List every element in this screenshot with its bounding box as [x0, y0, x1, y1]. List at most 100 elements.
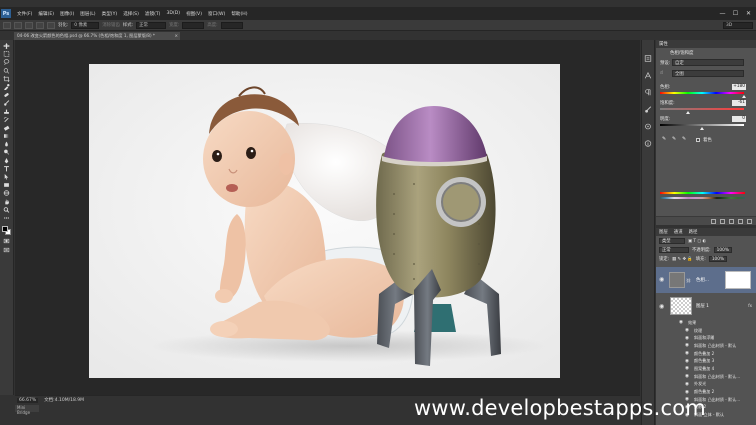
visibility-eye-icon[interactable]: ◉: [682, 359, 692, 364]
clone-stamp-tool-icon[interactable]: [2, 109, 11, 115]
lightness-slider-thumb[interactable]: [700, 127, 704, 130]
visibility-eye-icon[interactable]: ◉: [659, 303, 664, 310]
opacity-input[interactable]: 100%: [713, 247, 732, 253]
tab-paths[interactable]: 路径: [689, 229, 698, 235]
colorize-checkbox[interactable]: [696, 138, 700, 142]
saturation-slider-track[interactable]: [660, 108, 744, 110]
visibility-eye-icon[interactable]: ◉: [682, 351, 692, 356]
mini-bridge-tab[interactable]: Mini Bridge: [15, 405, 39, 415]
eyedropper-minus-icon[interactable]: ✎: [682, 136, 686, 142]
menu-view[interactable]: 视图(V): [183, 11, 205, 17]
reset-icon[interactable]: [729, 218, 734, 224]
visibility-eye-icon[interactable]: ◉: [682, 343, 692, 348]
menu-type[interactable]: 类型(Y): [99, 11, 121, 17]
history-panel-icon[interactable]: [644, 54, 653, 62]
intersect-selection-button[interactable]: [47, 21, 55, 29]
hue-slider-thumb[interactable]: [742, 95, 746, 98]
visibility-eye-icon[interactable]: ◉: [682, 390, 692, 395]
marquee-tool-icon[interactable]: [2, 51, 11, 57]
new-selection-button[interactable]: [14, 21, 22, 29]
minimize-button[interactable]: —: [717, 9, 728, 17]
effect-item[interactable]: ◉ 颜色叠加 2: [656, 388, 756, 396]
layer-name[interactable]: 图层 1: [696, 303, 709, 309]
layer-name[interactable]: 色相...: [696, 277, 709, 283]
visibility-eye-icon[interactable]: ◉: [682, 328, 692, 333]
pen-tool-icon[interactable]: [2, 157, 11, 164]
effect-item[interactable]: ◉ 斜面和浮雕: [656, 334, 756, 342]
antialias-checkbox[interactable]: 消除锯齿: [102, 22, 120, 28]
menu-image[interactable]: 图像(I): [57, 11, 77, 17]
foreground-color-swatch[interactable]: [2, 226, 8, 233]
info-panel-icon[interactable]: [644, 139, 653, 147]
close-document-icon[interactable]: ×: [174, 33, 178, 38]
workspace-select[interactable]: 3D: [723, 22, 753, 29]
effect-item[interactable]: ◉ 外发光: [656, 381, 756, 389]
fx-badge[interactable]: fx: [748, 303, 752, 308]
crop-tool-icon[interactable]: [2, 75, 11, 82]
layer-filter-select[interactable]: 类型: [659, 238, 685, 244]
menu-help[interactable]: 帮助(H): [228, 11, 250, 17]
zoom-level-field[interactable]: 66.67%: [17, 397, 39, 403]
shape-tool-icon[interactable]: [2, 182, 11, 188]
delete-icon[interactable]: [747, 218, 752, 224]
lightness-slider-track[interactable]: [660, 124, 744, 126]
eyedropper-tool-icon[interactable]: [2, 83, 11, 90]
quick-mask-icon[interactable]: [2, 238, 11, 244]
hue-slider-track[interactable]: [660, 92, 744, 94]
tab-channels[interactable]: 通道: [674, 229, 683, 235]
marquee-tool-preset-button[interactable]: [3, 21, 11, 29]
menu-select[interactable]: 选择(S): [120, 11, 142, 17]
menu-window[interactable]: 窗口(W): [205, 11, 228, 17]
visibility-eye-icon[interactable]: ◉: [659, 276, 664, 283]
close-button[interactable]: ✕: [743, 9, 754, 17]
menu-filter[interactable]: 滤镜(T): [142, 11, 164, 17]
paragraph-panel-icon[interactable]: [644, 88, 653, 96]
move-tool-icon[interactable]: [2, 43, 11, 49]
style-select[interactable]: 正常: [136, 21, 167, 29]
brush-panel-icon[interactable]: [644, 105, 653, 113]
blur-tool-icon[interactable]: [2, 141, 11, 147]
edit-toolbar-icon[interactable]: [2, 215, 11, 221]
effect-item[interactable]: ◉ 斜面和 凸出材质 - 默认: [656, 342, 756, 350]
eyedropper-icon[interactable]: ✎: [662, 136, 666, 142]
properties-panel-title[interactable]: 属性: [656, 40, 756, 48]
lock-icons[interactable]: ▦ ✎ ✥ 🔒: [672, 257, 693, 262]
healing-brush-tool-icon[interactable]: [2, 92, 11, 98]
menu-edit[interactable]: 编辑(E): [35, 11, 57, 17]
effect-item[interactable]: ◉ 颜色叠加 2: [656, 350, 756, 358]
gradient-tool-icon[interactable]: [2, 133, 11, 139]
tool-presets-icon[interactable]: [644, 122, 653, 130]
menu-3d[interactable]: 3D(D): [163, 11, 183, 17]
dodge-tool-icon[interactable]: [2, 149, 11, 156]
visibility-icon[interactable]: [738, 218, 743, 224]
3d-tool-icon[interactable]: [2, 190, 11, 197]
quick-select-tool-icon[interactable]: [2, 67, 11, 74]
subtract-selection-button[interactable]: [36, 21, 44, 29]
lightness-value-input[interactable]: 0: [732, 116, 746, 122]
type-tool-icon[interactable]: [2, 165, 11, 172]
eyedropper-plus-icon[interactable]: ✎: [672, 136, 676, 142]
document-tab[interactable]: 04-06 改变火箭颜色的色相.psd @ 66.7% (色相/饱和度 1, 图…: [14, 32, 180, 40]
filter-icons[interactable]: ▣ T ◻ ◐: [688, 239, 706, 244]
effect-item[interactable]: ◉ 颜色叠加 3: [656, 357, 756, 365]
layer-row-hue-saturation[interactable]: ◉ ⛓ 色相...: [656, 267, 756, 293]
brush-tool-icon[interactable]: [2, 100, 11, 107]
height-input[interactable]: [220, 21, 243, 29]
visibility-eye-icon[interactable]: ◉: [682, 374, 692, 379]
layer-row-layer-1[interactable]: ◉ 图层 1 fx: [656, 294, 756, 318]
document-canvas[interactable]: [89, 64, 560, 378]
visibility-eye-icon[interactable]: ◉: [682, 382, 692, 387]
hand-tool-icon[interactable]: [2, 199, 11, 205]
clip-to-layer-icon[interactable]: [711, 218, 716, 224]
effect-item[interactable]: ◉ 图案叠加 4: [656, 365, 756, 373]
hue-value-input[interactable]: +180: [732, 84, 746, 90]
add-selection-button[interactable]: [25, 21, 33, 29]
blend-mode-select[interactable]: 正常: [659, 247, 689, 253]
effects-header[interactable]: ◉ 效果: [656, 319, 756, 327]
visibility-eye-icon[interactable]: ◉: [676, 320, 686, 325]
layer-mask-thumbnail[interactable]: [725, 271, 751, 289]
effect-item[interactable]: ◉ 纹理: [656, 327, 756, 335]
saturation-slider-thumb[interactable]: [686, 111, 690, 114]
channel-select[interactable]: 全图: [672, 70, 744, 77]
menu-layer[interactable]: 图层(L): [77, 11, 98, 17]
